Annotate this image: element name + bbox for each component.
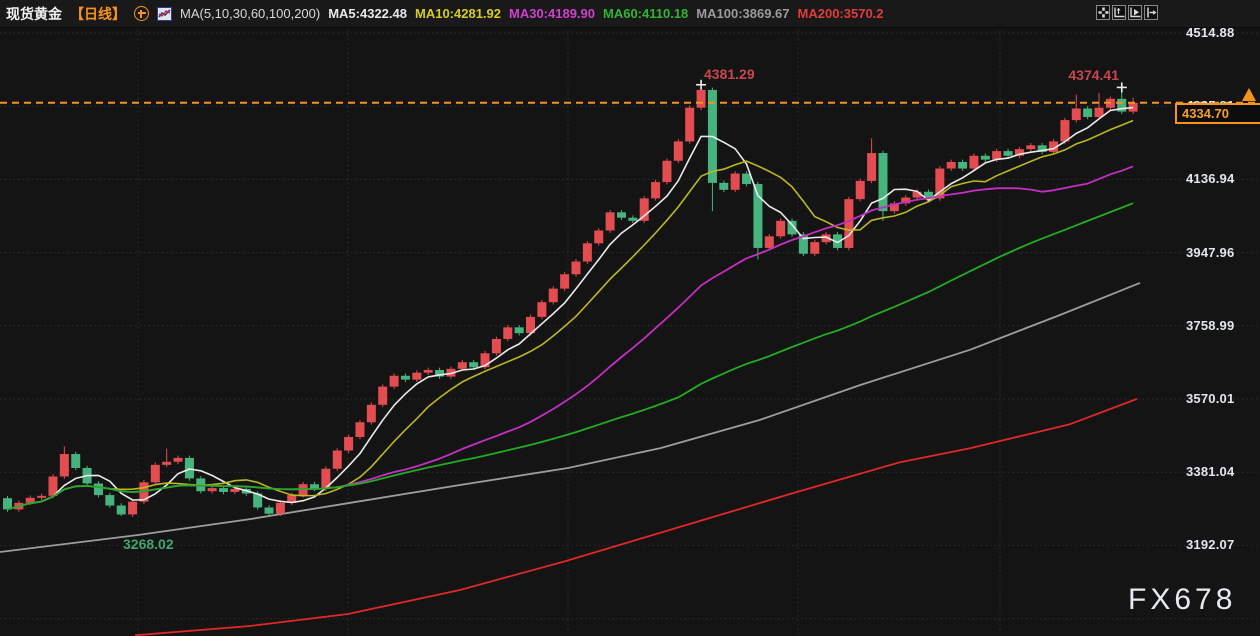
candle-body [958,162,967,169]
y-axis-label: 3947.96 [1186,245,1246,260]
current-price-label: 4334.70 [1175,103,1260,124]
candle-body [128,502,137,515]
candle-body [981,156,990,160]
candle-body [265,507,274,513]
line-chart-icon [157,7,172,21]
candle-body [219,488,228,492]
candle-body [1060,120,1069,141]
candle-body [628,218,637,221]
candle-body [572,261,581,274]
candle-body [469,362,478,367]
candle-body [412,373,421,380]
candle-body [503,327,512,339]
candle-body [344,437,353,451]
scale-play-icon[interactable] [1128,5,1142,20]
candle-body [765,236,774,248]
candle-body [878,153,887,211]
candle-body [594,231,603,244]
crosshair-icon[interactable] [1096,5,1110,20]
candle-body [1004,151,1013,156]
price-annotation: 4374.41 [1068,67,1119,83]
candle-body [1083,108,1092,117]
candle-body [776,221,785,236]
candle-body [515,327,524,333]
chart-toolbar [1096,5,1158,20]
ma200-value: MA200:3570.2 [798,6,884,21]
candle-body [674,141,683,160]
candle-body [424,370,433,373]
candle-body [492,339,501,353]
candle-body [71,454,80,468]
candle-body [560,274,569,288]
ma60-value: MA60:4110.18 [603,6,688,21]
candle-body [94,483,103,495]
candle-body [867,153,876,181]
candle-body [185,458,194,479]
candle-body [810,242,819,254]
candle-body [662,161,671,182]
candle-body [355,422,364,437]
candle-body [685,108,694,142]
candle-body [606,212,615,230]
ma100-value: MA100:3869.67 [696,6,789,21]
candle-body [208,488,217,491]
symbol-title: 现货黄金 [6,4,62,24]
candlestick-chart-canvas[interactable]: 4381.29 4374.41 3268.02 [0,0,1260,636]
y-axis-label: 3381.04 [1186,464,1246,479]
candle-body [697,90,706,108]
candle-body [390,376,399,387]
y-axis-label: 3192.07 [1186,537,1246,552]
candle-body [60,454,69,476]
ma10-value: MA10:4281.92 [415,6,501,21]
candle-body [37,496,46,498]
candle-body [401,376,410,380]
timeframe-label[interactable]: 【日线】 [70,4,126,24]
y-axis-label: 3570.01 [1186,391,1246,406]
watermark: FX678 [1128,583,1236,617]
price-annotation: 4381.29 [704,66,755,82]
candle-body [1072,108,1081,120]
candle-body [105,495,114,505]
candle-body [583,243,592,261]
candle-body [617,212,626,217]
ma200-line [135,399,1137,635]
ma-settings-label: MA(5,10,30,60,100,200) [180,6,320,21]
candle-body [117,506,126,515]
candle-body [333,451,342,469]
scale-left-icon[interactable] [1112,5,1126,20]
candle-body [651,182,660,198]
candle-body [151,465,160,482]
candle-body [458,362,467,369]
candle-body [856,181,865,199]
add-indicator-icon[interactable] [134,6,149,21]
ma5-value: MA5:4322.48 [328,6,407,21]
candle-body [276,503,285,514]
y-axis-label: 3758.99 [1186,318,1246,333]
chart-window: 4381.294374.413268.02 4514.884325.914136… [0,0,1260,636]
chart-header: 现货黄金 【日线】 MA(5,10,30,60,100,200) MA5:432… [0,0,1260,28]
candle-body [174,458,183,462]
candle-body [969,156,978,169]
candle-body [367,405,376,422]
price-annotation: 3268.02 [123,536,174,552]
jump-latest-icon[interactable] [1144,5,1158,20]
candle-body [1026,145,1035,149]
candle-body [537,302,546,317]
y-axis-label: 4136.94 [1186,171,1246,186]
ma10-line [8,121,1134,510]
candle-body [162,462,171,465]
candle-body [378,387,387,405]
ma30-value: MA30:4189.90 [509,6,595,21]
candle-body [844,199,853,248]
candle-body [719,183,728,190]
candle-body [731,174,740,190]
ma60-line [8,203,1134,509]
candle-body [549,289,558,303]
ma100-line [0,283,1140,552]
candle-body [947,162,956,169]
